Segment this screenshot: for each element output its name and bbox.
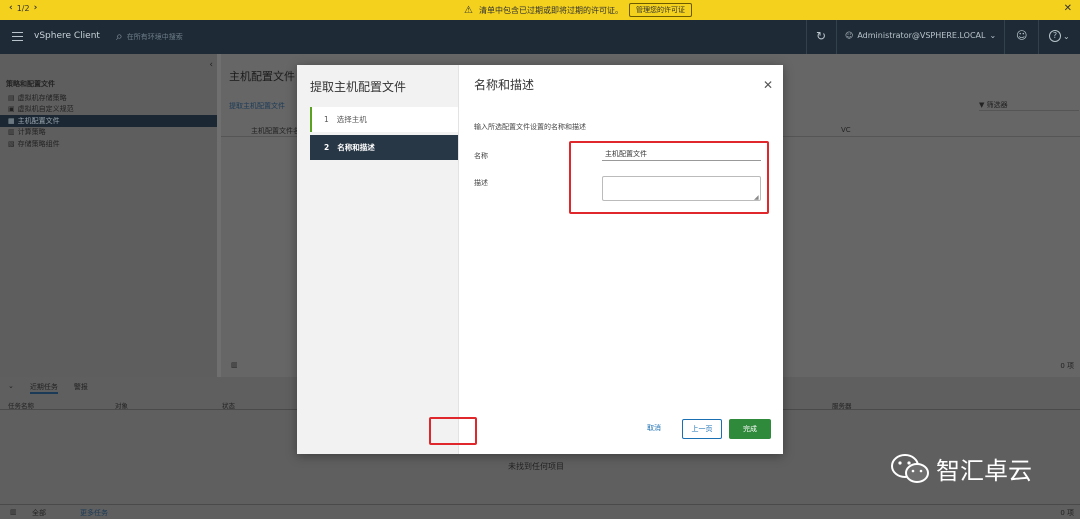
global-search[interactable]: ⌕ 在所有环境中搜索 [116,29,183,44]
user-icon: ☺ [845,31,854,40]
sidebar-item-label: 存储策略组件 [17,139,60,148]
column-toggle-icon[interactable]: ▥ [231,361,238,369]
task-count: 0 项 [1060,509,1074,517]
highlight-box-finish [429,417,477,445]
finish-button[interactable]: 完成 [729,419,771,439]
wizard-steps-panel: 提取主机配置文件 1 选择主机 2 名称和描述 [297,65,459,454]
collapse-panel-icon[interactable]: ⌄ [8,382,14,394]
header-divider [1038,20,1039,54]
manage-licenses-button[interactable]: 管理您的许可证 [628,3,692,17]
notification-message: ⚠ 清单中包含已过期或即将过期的许可证。 管理您的许可证 [464,3,692,17]
wizard-step-select-host[interactable]: 1 选择主机 [310,107,458,132]
filter-input[interactable]: ▼ 筛选器 [979,100,1079,111]
extract-host-profile-link[interactable]: 提取主机配置文件 [229,101,285,111]
wizard-content: 名称和描述 ✕ 输入所选配置文件设置的名称和描述 名称 描述 ◢ 取消 上一页 … [459,65,783,454]
storage-component-icon: ▧ [8,139,15,148]
extract-host-profile-dialog: 提取主机配置文件 1 选择主机 2 名称和描述 名称和描述 ✕ 输入所选配置文件… [297,65,783,454]
header-divider [1004,20,1005,54]
item-count: 0 项 [1060,362,1074,370]
column-header-name[interactable]: 主机配置文件名 [251,126,300,136]
task-filter-select[interactable]: 全部 [32,508,46,518]
next-notification-icon[interactable]: › [34,3,38,13]
warning-icon: ⚠ [464,4,473,16]
more-tasks-link[interactable]: 更多任务 [80,508,108,518]
compute-policy-icon: ▥ [8,128,15,137]
sidebar-item-host-profiles[interactable]: ▦ 主机配置文件 [0,115,217,127]
header-divider [836,20,837,54]
description-label: 描述 [474,179,488,187]
policy-icon: ▤ [8,93,15,102]
step-number: 2 [324,143,330,152]
empty-message: 未找到任何项目 [508,462,564,471]
task-footer: ▥ 全部 更多任务 0 项 [0,504,1080,519]
step-title: 名称和描述 [474,78,535,92]
user-name: Administrator@VSPHERE.LOCAL [857,31,986,40]
filter-placeholder: 筛选器 [986,101,1008,109]
user-menu[interactable]: ☺ Administrator@VSPHERE.LOCAL ⌄ [845,31,996,40]
tab-alarms[interactable]: 警报 [74,382,88,394]
highlight-box-name-description [569,141,769,214]
tab-recent-tasks[interactable]: 近期任务 [29,382,58,394]
watermark: 智汇卓云 [890,451,1032,486]
search-placeholder: 在所有环境中搜索 [126,32,183,41]
column-header-status[interactable]: 状态 [222,400,235,410]
watermark-text: 智汇卓云 [936,457,1032,485]
close-icon[interactable]: ✕ [1064,3,1072,14]
column-header-vc[interactable]: VC [841,126,851,134]
sidebar-section-title: 策略和配置文件 [6,80,55,88]
step-number: 1 [324,115,329,124]
host-profile-icon: ▦ [8,116,15,125]
feedback-icon[interactable]: ☺ [1016,29,1027,42]
column-header-task-name[interactable]: 任务名称 [8,400,34,410]
step-label: 名称和描述 [337,143,375,152]
sidebar-item-vm-storage-policies[interactable]: ▤ 虚拟机存储策略 [0,92,217,104]
notification-pager: ‹ 1/2 › [9,3,37,13]
help-icon: ? [1049,30,1061,42]
pager-text: 1/2 [16,3,30,13]
column-header-server[interactable]: 服务器 [832,400,852,410]
chevron-down-icon: ⌄ [989,31,997,40]
notification-text: 清单中包含已过期或即将过期的许可证。 [478,5,623,15]
sidebar-item-label: 计算策略 [17,128,46,137]
wechat-icon [891,453,929,483]
app-brand[interactable]: vSphere Client [34,31,100,41]
navigator-sidebar: ‹ 策略和配置文件 ▤ 虚拟机存储策略 ▣ 虚拟机自定义规范 ▦ 主机配置文件 ▥ 计算… [0,54,217,377]
sidebar-item-compute-policies[interactable]: ▥ 计算策略 [0,127,217,139]
license-notification-bar: ‹ 1/2 › ⚠ 清单中包含已过期或即将过期的许可证。 管理您的许可证 ✕ [0,0,1080,20]
page-title: 主机配置文件 [229,70,295,83]
column-toggle-icon[interactable]: ▥ [10,508,17,516]
collapse-sidebar-icon[interactable]: ‹ [209,60,213,70]
name-label: 名称 [474,152,488,160]
bottom-tabs: ⌄ 近期任务 警报 [8,382,88,394]
sidebar-list: ▤ 虚拟机存储策略 ▣ 虚拟机自定义规范 ▦ 主机配置文件 ▥ 计算策略 ▧ 存储策略组件 [0,92,217,150]
customization-icon: ▣ [8,105,15,114]
sidebar-item-vm-customization[interactable]: ▣ 虚拟机自定义规范 [0,104,217,116]
header-divider [806,20,807,54]
sidebar-item-label: 虚拟机存储策略 [17,93,67,102]
refresh-icon[interactable]: ↻ [816,29,826,43]
app-header: vSphere Client ⌕ 在所有环境中搜索 ↻ ☺ Administra… [0,20,1080,54]
help-menu[interactable]: ? ⌄ [1049,30,1070,42]
wizard-step-name-description[interactable]: 2 名称和描述 [310,135,458,160]
step-label: 选择主机 [336,115,367,124]
chevron-down-icon: ⌄ [1063,31,1070,41]
cancel-button[interactable]: 取消 [647,423,661,433]
sidebar-item-label: 虚拟机自定义规范 [17,105,74,114]
menu-icon[interactable] [12,32,23,41]
step-instruction: 输入所选配置文件设置的名称和描述 [474,123,586,131]
sidebar-item-label: 主机配置文件 [17,116,60,125]
previous-button[interactable]: 上一页 [682,419,722,439]
sidebar-item-storage-components[interactable]: ▧ 存储策略组件 [0,138,217,150]
search-icon: ⌕ [116,29,123,43]
wizard-title: 提取主机配置文件 [310,80,407,94]
column-header-object[interactable]: 对象 [115,400,128,410]
close-icon[interactable]: ✕ [763,78,773,92]
prev-notification-icon[interactable]: ‹ [9,3,13,13]
